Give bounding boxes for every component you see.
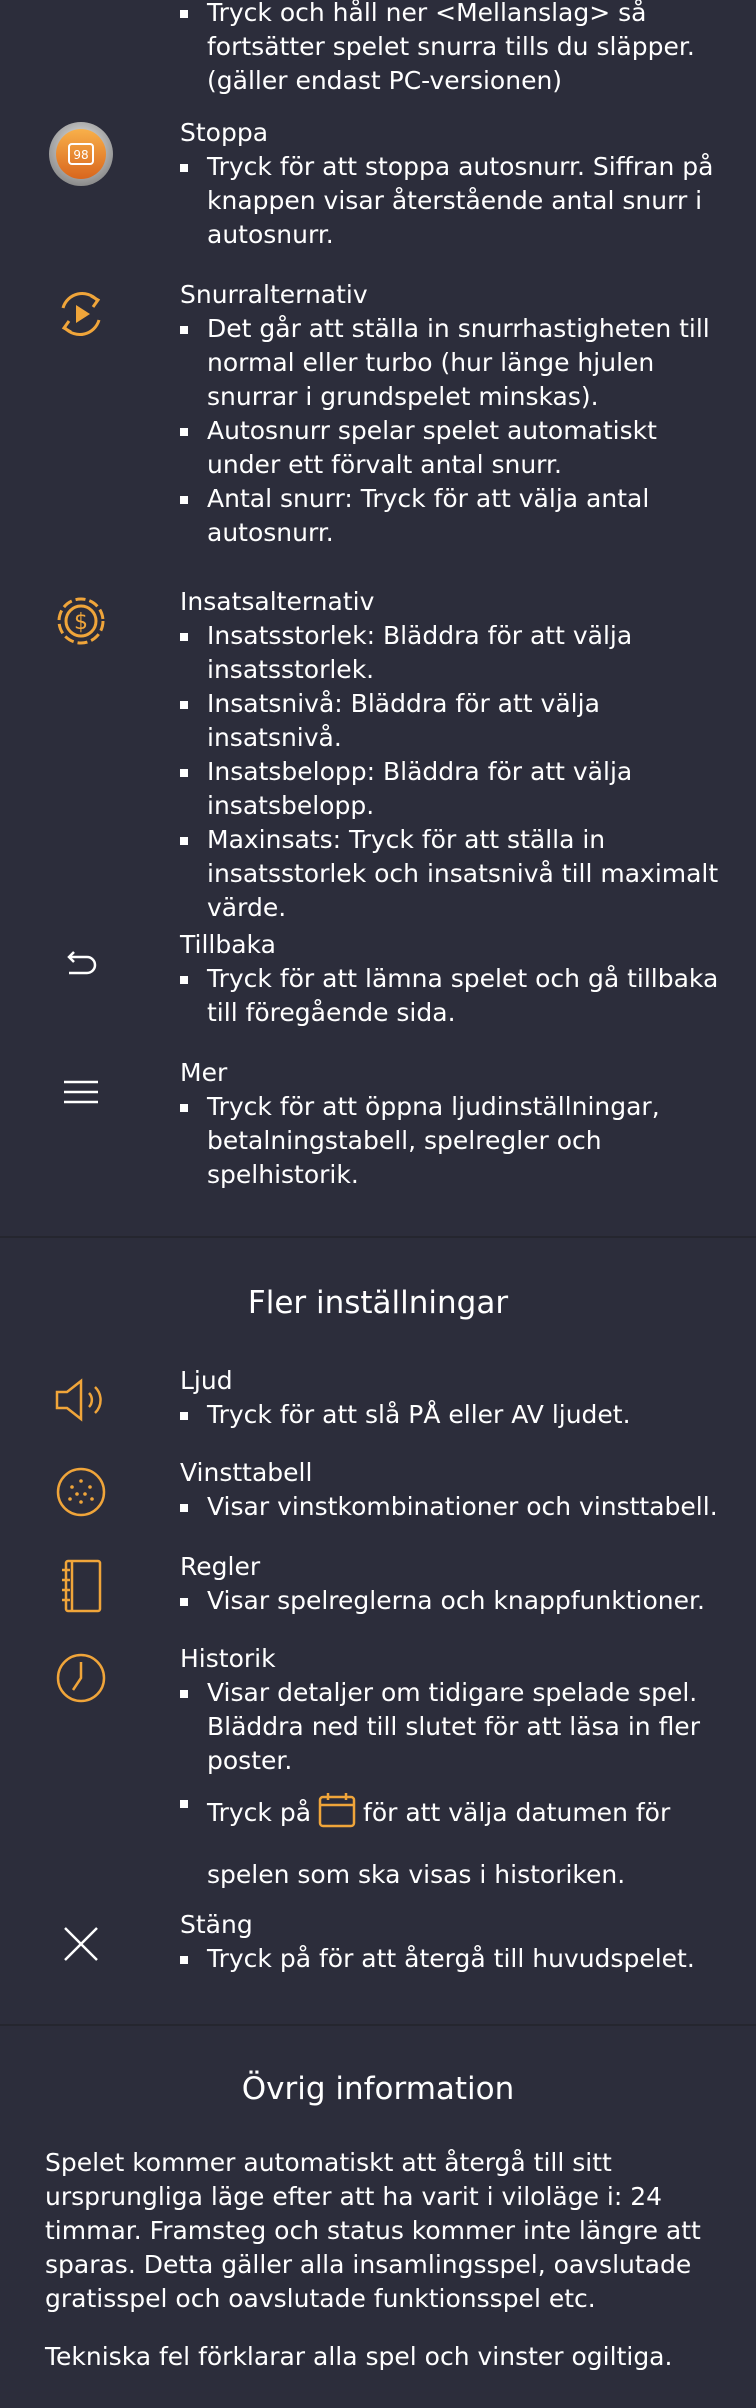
list-item: Maxinsats: Tryck för att ställa in insat…: [180, 823, 720, 925]
clock-icon: [45, 1642, 117, 1714]
list-item: Visar spelreglerna och knappfunktioner.: [180, 1584, 720, 1618]
back-arrow-icon: [45, 928, 117, 1000]
more-bullets: Tryck för att öppna ljudinställningar, b…: [180, 1090, 720, 1192]
stop-title: Stoppa: [180, 118, 269, 147]
list-item-date: Tryck på för att välja datumen för spelen…: [180, 1786, 720, 1902]
svg-text:98: 98: [73, 148, 88, 162]
other-info-heading: Övrig information: [241, 2071, 515, 2107]
sound-bullets: Tryck för att slå PÅ eller AV ljudet.: [180, 1398, 720, 1432]
list-item: Tryck för att slå PÅ eller AV ljudet.: [180, 1398, 720, 1432]
calendar-icon: [317, 1791, 357, 1848]
list-item: Tryck för att lämna spelet och gå tillba…: [180, 962, 720, 1030]
bet-options-icon: $: [45, 585, 117, 657]
spin-hold-bullets: Tryck och håll ner <Mellanslag> så forts…: [180, 0, 720, 98]
list-item: Tryck på för att återgå till huvudspelet…: [180, 1942, 720, 1976]
spin-options-bullets: Det går att ställa in snurrhastigheten t…: [180, 312, 720, 550]
history-date-before: Tryck på: [207, 1798, 312, 1827]
section-divider: [0, 2024, 756, 2026]
list-item: Det går att ställa in snurrhastigheten t…: [180, 312, 720, 414]
more-settings-heading: Fler inställningar: [247, 1285, 509, 1321]
speaker-icon: [45, 1364, 117, 1436]
list-item: Insatsnivå: Bläddra för att välja insats…: [180, 687, 720, 755]
stop-autospin-icon: 98: [45, 118, 117, 190]
close-title: Stäng: [180, 1910, 253, 1939]
close-bullets: Tryck på för att återgå till huvudspelet…: [180, 1942, 720, 1976]
list-item: Tryck för att stoppa autosnurr. Siffran …: [180, 150, 720, 252]
list-item: Insatsbelopp: Bläddra för att välja insa…: [180, 755, 720, 823]
spin-options-title: Snurralternativ: [180, 280, 368, 309]
bet-options-title: Insatsalternativ: [180, 587, 375, 616]
menu-icon: [45, 1056, 117, 1128]
back-bullets: Tryck för att lämna spelet och gå tillba…: [180, 962, 720, 1030]
stop-bullets: Tryck för att stoppa autosnurr. Siffran …: [180, 150, 720, 252]
spin-options-icon: [45, 278, 117, 350]
rules-title: Regler: [180, 1552, 261, 1581]
other-info-paragraph: Tekniska fel förklarar alla spel och vin…: [45, 2342, 673, 2371]
paytable-title: Vinsttabell: [180, 1458, 313, 1487]
history-bullets: Visar detaljer om tidigare spelade spel.…: [180, 1676, 720, 1902]
list-item: Visar detaljer om tidigare spelade spel.…: [180, 1676, 720, 1778]
list-item: Tryck och håll ner <Mellanslag> så forts…: [180, 0, 720, 98]
paytable-bullets: Visar vinstkombinationer och vinsttabell…: [180, 1490, 720, 1524]
list-item: Autosnurr spelar spelet automatiskt unde…: [180, 414, 720, 482]
list-item: Visar vinstkombinationer och vinsttabell…: [180, 1490, 720, 1524]
svg-text:$: $: [74, 610, 88, 635]
other-info-paragraph: Spelet kommer automatiskt att återgå til…: [45, 2148, 701, 2313]
back-title: Tillbaka: [180, 930, 276, 959]
help-page: Tryck och håll ner <Mellanslag> så forts…: [0, 0, 756, 2408]
section-divider: [0, 1236, 756, 1238]
history-title: Historik: [180, 1644, 276, 1673]
list-item: Antal snurr: Tryck för att välja antal a…: [180, 482, 720, 550]
rules-bullets: Visar spelreglerna och knappfunktioner.: [180, 1584, 720, 1618]
rules-book-icon: [45, 1550, 117, 1622]
bet-options-bullets: Insatsstorlek: Bläddra för att välja ins…: [180, 619, 720, 925]
more-title: Mer: [180, 1058, 228, 1087]
close-icon: [45, 1908, 117, 1980]
list-item: Insatsstorlek: Bläddra för att välja ins…: [180, 619, 720, 687]
sound-title: Ljud: [180, 1366, 233, 1395]
list-item: Tryck för att öppna ljudinställningar, b…: [180, 1090, 720, 1192]
paytable-icon: [45, 1456, 117, 1528]
